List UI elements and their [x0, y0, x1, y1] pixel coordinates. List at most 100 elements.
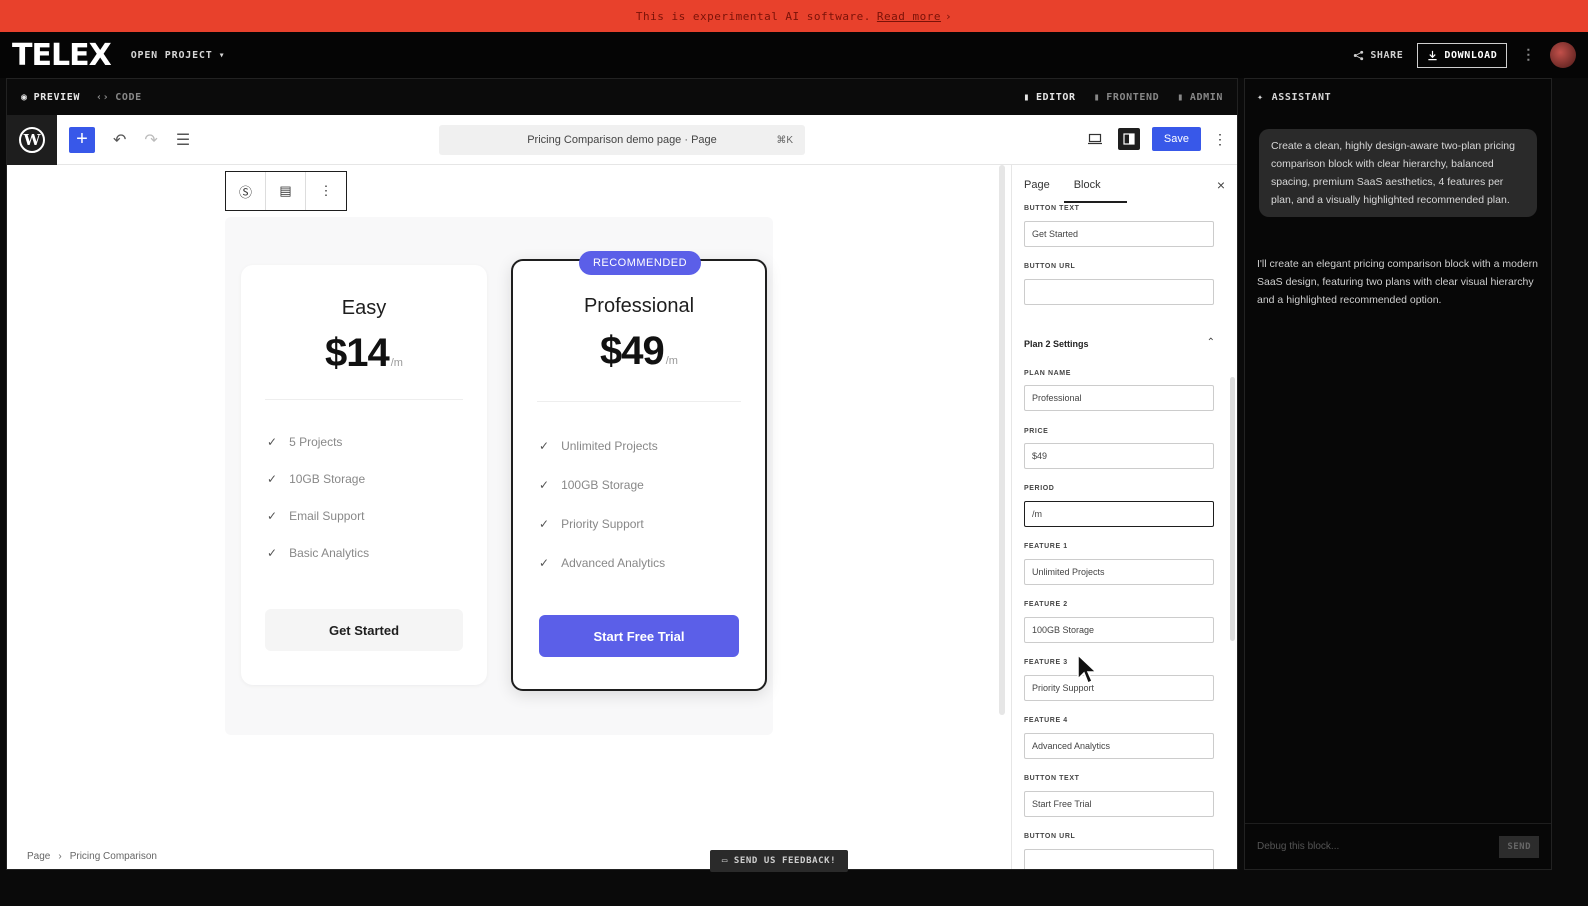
arrow-right-icon: › — [945, 9, 953, 23]
feature-text: Basic Analytics — [289, 546, 370, 560]
feature-text: 100GB Storage — [561, 478, 644, 492]
download-button[interactable]: DOWNLOAD — [1417, 42, 1508, 68]
wp-top-toolbar: W + ↶ ↷ ☰ Pricing Comparison demo page ·… — [7, 114, 1237, 165]
tab-preview[interactable]: ◉ PREVIEW — [21, 92, 80, 103]
plan1-button-url-input[interactable] — [1024, 279, 1214, 305]
send-button[interactable]: SEND — [1499, 835, 1539, 858]
feature2-input[interactable]: 100GB Storage — [1024, 617, 1214, 643]
document-overview-icon[interactable]: ☰ — [176, 130, 190, 150]
app-header: TELEX OPEN PROJECT ▾ SHARE DOWNLOAD ⋮ — [0, 32, 1588, 78]
share-icon — [1354, 50, 1364, 60]
user-avatar[interactable] — [1550, 42, 1576, 68]
feature-item: ✓ 5 Projects — [267, 435, 369, 449]
feature-list: ✓ Unlimited Projects ✓ 100GB Storage ✓ Prio… — [539, 439, 665, 570]
undo-icon[interactable]: ↶ — [113, 130, 126, 150]
block-type-icon[interactable]: Ⓢ — [226, 172, 266, 210]
banner-text: This is experimental AI software. — [635, 9, 871, 23]
start-free-trial-button[interactable]: Start Free Trial — [539, 615, 739, 657]
tab-code[interactable]: ‹› CODE — [96, 92, 142, 103]
tab-page[interactable]: Page — [1024, 179, 1050, 191]
feature-text: Email Support — [289, 509, 365, 523]
feature-item: ✓ Basic Analytics — [267, 546, 369, 560]
assistant-title: ASSISTANT — [1271, 91, 1332, 103]
feature-text: Unlimited Projects — [561, 439, 658, 453]
tab-admin[interactable]: ▮ ADMIN — [1177, 92, 1223, 103]
feature-text: 5 Projects — [289, 435, 343, 449]
inspector-tabs: Page Block × — [1012, 165, 1237, 205]
check-icon: ✓ — [267, 472, 278, 486]
feature4-input[interactable]: Advanced Analytics — [1024, 733, 1214, 759]
telex-logo[interactable]: TELEX — [12, 38, 112, 73]
block-inspector: Page Block × BUTTON TEXT Get Started BUT… — [1011, 165, 1237, 869]
feature-item: ✓ Advanced Analytics — [539, 556, 665, 570]
view-device-icon[interactable] — [1084, 128, 1106, 150]
button-text-input[interactable]: Start Free Trial — [1024, 791, 1214, 817]
settings-sidebar-icon[interactable] — [1117, 128, 1140, 150]
feature-item: ✓ Email Support — [267, 509, 369, 523]
check-icon: ✓ — [267, 435, 278, 449]
get-started-button[interactable]: Get Started — [265, 609, 463, 651]
share-button[interactable]: SHARE — [1353, 50, 1403, 61]
save-button[interactable]: Save — [1151, 127, 1201, 151]
breadcrumb-page[interactable]: Page — [27, 851, 50, 862]
tab-block[interactable]: Block — [1063, 179, 1127, 203]
chat-icon: ▭ — [721, 856, 728, 866]
breadcrumb: Page › Pricing Comparison — [27, 851, 157, 862]
check-icon: ✓ — [539, 517, 550, 531]
check-icon: ✓ — [539, 556, 550, 570]
plan1-button-text-input[interactable]: Get Started — [1024, 221, 1214, 247]
plan-card-easy[interactable]: Easy $14/m ✓ 5 Projects ✓ 10GB Storage ✓ Em… — [241, 265, 487, 685]
period-input[interactable]: /m — [1024, 501, 1214, 527]
tab-editor-label: EDITOR — [1035, 91, 1076, 103]
feature-text: Advanced Analytics — [561, 556, 666, 570]
tab-frontend-label: FRONTEND — [1106, 91, 1160, 103]
user-message: Create a clean, highly design-aware two-… — [1259, 129, 1537, 217]
check-icon: ✓ — [539, 439, 550, 453]
pricing-comparison-block[interactable]: Easy $14/m ✓ 5 Projects ✓ 10GB Storage ✓ Em… — [225, 217, 773, 735]
redo-icon[interactable]: ↷ — [144, 130, 157, 150]
block-align-icon[interactable]: ▤ — [266, 172, 306, 210]
tab-frontend[interactable]: ▮ FRONTEND — [1094, 92, 1160, 103]
code-icon: ‹› — [95, 91, 110, 103]
more-options-icon[interactable]: ⋮ — [1213, 131, 1227, 148]
inspector-scrollbar[interactable] — [1230, 377, 1235, 641]
assistant-input[interactable]: Debug this block... SEND — [1245, 823, 1551, 869]
feature1-input[interactable]: Unlimited Projects — [1024, 559, 1214, 585]
divider — [265, 399, 463, 400]
feature-item: ✓ 10GB Storage — [267, 472, 369, 486]
breadcrumb-current[interactable]: Pricing Comparison — [70, 851, 157, 862]
add-block-button[interactable]: + — [69, 126, 95, 153]
block-options-icon[interactable]: ⋮ — [306, 172, 346, 210]
assistant-header: ✦ ASSISTANT — [1245, 79, 1551, 115]
document-title: Pricing Comparison demo page · Page — [527, 134, 717, 146]
feature3-input[interactable]: Priority Support — [1024, 675, 1214, 701]
plan2-settings-heading[interactable]: Plan 2 Settings — [1024, 339, 1089, 349]
plan-name-input[interactable]: Professional — [1024, 385, 1214, 411]
wordpress-icon: W — [19, 126, 45, 153]
recommended-badge: RECOMMENDED — [579, 251, 701, 275]
plan-name-label: PLAN NAME — [1024, 370, 1072, 377]
button-url-input[interactable] — [1024, 849, 1214, 869]
banner-read-more-link[interactable]: Read more — [877, 10, 941, 23]
price-amount: $14 — [325, 331, 390, 375]
canvas-scrollbar[interactable] — [999, 165, 1005, 715]
bookmark-icon: ▮ — [1023, 91, 1030, 103]
feature2-label: FEATURE 2 — [1024, 601, 1068, 608]
assistant-panel: ✦ ASSISTANT Create a clean, highly desig… — [1244, 78, 1552, 870]
price-input[interactable]: $49 — [1024, 443, 1214, 469]
plan1-button-url-label: BUTTON URL — [1024, 263, 1076, 270]
feature-list: ✓ 5 Projects ✓ 10GB Storage ✓ Email Support… — [267, 435, 369, 560]
chevron-up-icon[interactable]: ⌃ — [1207, 337, 1215, 348]
wordpress-logo-button[interactable]: W — [7, 114, 57, 165]
plan-card-professional[interactable]: RECOMMENDED Professional $49/m ✓ Unlimite… — [511, 251, 767, 691]
document-title-bar[interactable]: Pricing Comparison demo page · Page ⌘K — [439, 125, 805, 155]
editor-frame: ◉ PREVIEW ‹› CODE ▮ EDITOR ▮ FRONTEND ▮ … — [6, 78, 1238, 870]
send-feedback-button[interactable]: ▭ SEND US FEEDBACK! — [710, 850, 848, 872]
button-text-label: BUTTON TEXT — [1024, 775, 1080, 782]
editor-canvas[interactable]: Ⓢ ▤ ⋮ Easy $14/m ✓ 5 Projects ✓ 10GB Stora… — [7, 165, 1007, 869]
price-amount: $49 — [600, 329, 665, 373]
more-options-icon[interactable]: ⋮ — [1521, 47, 1536, 63]
close-icon[interactable]: × — [1217, 177, 1225, 193]
tab-editor[interactable]: ▮ EDITOR — [1023, 92, 1075, 103]
open-project-menu[interactable]: OPEN PROJECT ▾ — [131, 50, 226, 61]
